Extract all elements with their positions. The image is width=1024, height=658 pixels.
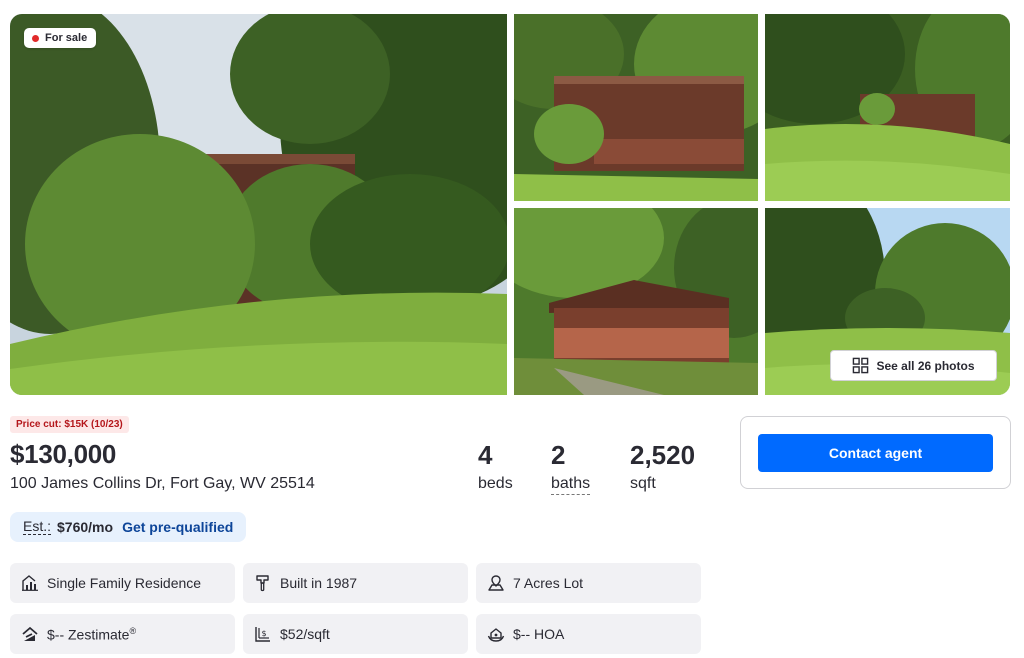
house-chart-icon bbox=[22, 575, 38, 591]
contact-agent-button[interactable]: Contact agent bbox=[758, 434, 993, 472]
detail-hoa: $-- HOA bbox=[476, 614, 701, 654]
detail-price-per-sqft-text: $52/sqft bbox=[280, 626, 330, 642]
status-label: For sale bbox=[45, 32, 88, 44]
detail-lot-size-text: 7 Acres Lot bbox=[513, 575, 584, 591]
see-all-photos-button[interactable]: See all 26 photos bbox=[830, 350, 997, 381]
sqft-fact: 2,520 sqft bbox=[630, 441, 695, 493]
detail-year-built: Built in 1987 bbox=[243, 563, 468, 603]
detail-year-built-text: Built in 1987 bbox=[280, 575, 358, 591]
zestimate-icon bbox=[22, 626, 38, 641]
main-photo[interactable] bbox=[10, 14, 507, 395]
sqft-value: 2,520 bbox=[630, 440, 696, 470]
zestimate-value: $-- Zestimate bbox=[47, 626, 130, 643]
registered-mark: ® bbox=[129, 625, 137, 636]
beds-label: beds bbox=[478, 475, 513, 492]
detail-price-per-sqft: $ $52/sqft bbox=[243, 614, 468, 654]
listing-price: $130,000 bbox=[10, 439, 117, 469]
price-cut-badge: Price cut: $15K (10/23) bbox=[10, 416, 129, 433]
hammer-icon bbox=[256, 575, 269, 592]
photo-thumbnail-2[interactable] bbox=[765, 14, 1010, 201]
listing-address: 100 James Collins Dr, Fort Gay, WV 25514 bbox=[10, 475, 315, 492]
beds-value: 4 bbox=[478, 440, 493, 470]
monthly-estimate: Est.: $760/mo Get pre-qualified bbox=[10, 512, 247, 542]
baths-value: 2 bbox=[551, 440, 566, 470]
detail-hoa-text: $-- HOA bbox=[513, 626, 565, 642]
baths-label[interactable]: baths bbox=[551, 475, 591, 495]
lot-icon bbox=[488, 575, 504, 591]
sqft-label: sqft bbox=[630, 475, 656, 492]
detail-zestimate: $-- Zestimate® bbox=[10, 614, 235, 654]
detail-home-type-text: Single Family Residence bbox=[47, 575, 202, 591]
hoa-icon bbox=[487, 628, 505, 642]
detail-lot-size: 7 Acres Lot bbox=[476, 563, 701, 603]
grid-icon bbox=[853, 357, 869, 374]
price-per-sqft-icon: $ bbox=[255, 627, 270, 642]
detail-home-type: Single Family Residence bbox=[10, 563, 235, 603]
photo-gallery: For sale See all 26 photos bbox=[10, 14, 1010, 395]
detail-zestimate-text: $-- Zestimate® bbox=[47, 626, 136, 643]
photo-thumbnail-1[interactable] bbox=[514, 14, 758, 201]
contact-card: Contact agent bbox=[740, 416, 1011, 489]
photo-thumbnail-3[interactable] bbox=[514, 208, 758, 395]
baths-fact: 2 baths bbox=[551, 440, 591, 495]
see-all-photos-label: See all 26 photos bbox=[876, 358, 975, 373]
beds-fact: 4 beds bbox=[478, 441, 513, 493]
for-sale-badge: For sale bbox=[24, 28, 97, 48]
estimate-value: $760/mo bbox=[57, 519, 114, 535]
status-dot-icon bbox=[32, 34, 39, 42]
svg-text:$: $ bbox=[261, 629, 266, 638]
get-pre-qualified-link[interactable]: Get pre-qualified bbox=[122, 519, 233, 535]
estimate-label[interactable]: Est.: bbox=[23, 519, 52, 535]
